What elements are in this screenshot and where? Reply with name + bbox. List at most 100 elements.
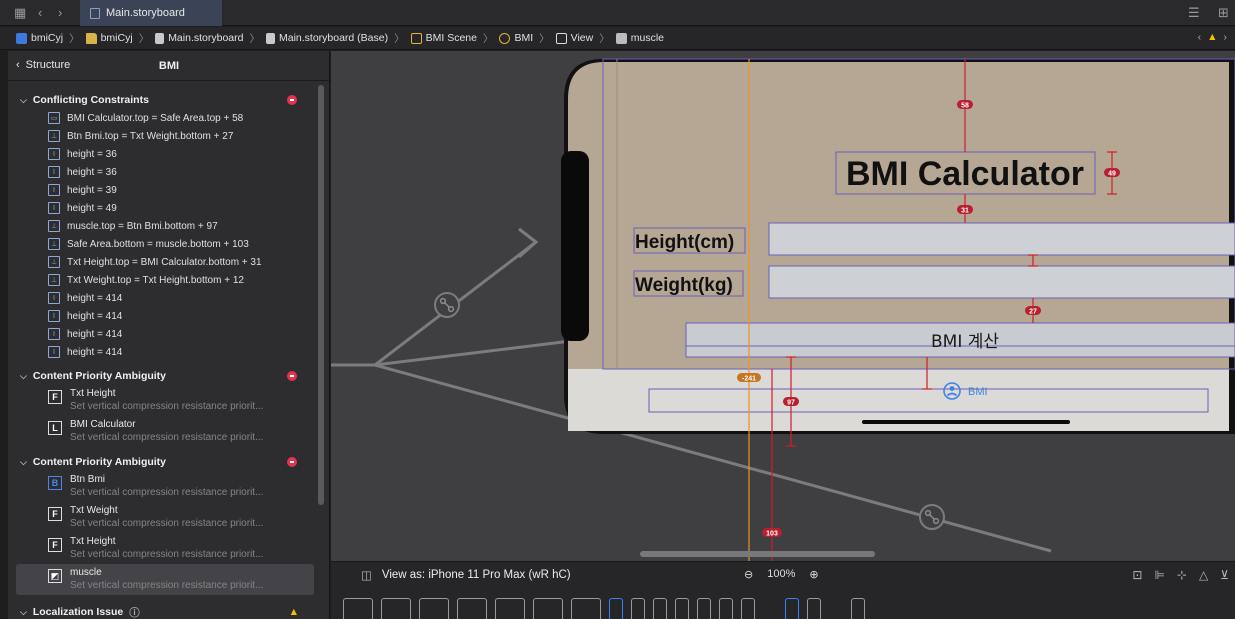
priority-item[interactable]: F Txt Height Set vertical compression resi… bbox=[8, 533, 329, 564]
storyboard-canvas[interactable]: BMI Calculator Height(cm) Weight(kg) BMI… bbox=[331, 51, 1235, 561]
device-watch-icon[interactable] bbox=[851, 598, 865, 619]
priority-item[interactable]: F Txt Height Set vertical compression resi… bbox=[8, 385, 329, 416]
weight-field[interactable] bbox=[768, 265, 1235, 299]
constraint-row[interactable]: Iheight = 414 bbox=[8, 325, 329, 343]
device-ipad-icon[interactable] bbox=[343, 598, 373, 619]
badge[interactable]: 97 bbox=[787, 400, 795, 407]
device-ipad-icon[interactable] bbox=[457, 598, 487, 619]
device-iphone-icon[interactable] bbox=[653, 598, 667, 619]
align-icon[interactable]: ⊫ bbox=[1154, 568, 1164, 582]
device-ipad-icon[interactable] bbox=[571, 598, 601, 619]
badge[interactable]: 27 bbox=[1029, 309, 1037, 316]
badge[interactable]: 49 bbox=[1108, 171, 1116, 178]
zoom-in-icon[interactable]: ⊕ bbox=[809, 568, 818, 581]
folder-icon bbox=[85, 32, 97, 44]
device-iphone-icon[interactable] bbox=[719, 598, 733, 619]
constraint-row[interactable]: ⊥ Btn Bmi.top = Txt Weight.bottom + 27 bbox=[8, 127, 329, 145]
crumb-muscle[interactable]: muscle bbox=[615, 32, 664, 44]
crumb-label: Main.storyboard (Base) bbox=[278, 32, 389, 44]
priority-item[interactable]: L BMI Calculator Set vertical compression … bbox=[8, 416, 329, 447]
crumb-storyboard[interactable]: Main.storyboard bbox=[155, 32, 243, 44]
constraint-row[interactable]: Iheight = 39 bbox=[8, 181, 329, 199]
segue-icon[interactable] bbox=[434, 292, 460, 318]
device-ipad-icon[interactable] bbox=[533, 598, 563, 619]
tab-item-label[interactable]: BMI bbox=[968, 386, 988, 398]
orientation-portrait-icon[interactable] bbox=[785, 598, 799, 619]
badge[interactable]: 58 bbox=[961, 103, 969, 110]
group-conflicting-constraints[interactable]: ⌵ Conflicting Constraints bbox=[8, 91, 329, 109]
panel-scrollbar[interactable] bbox=[318, 85, 324, 505]
priority-item[interactable]: ◩ muscle Set vertical compression resistan… bbox=[16, 564, 314, 595]
add-editor-icon[interactable]: ⊞ bbox=[1218, 5, 1229, 21]
device-iphone-icon[interactable] bbox=[697, 598, 711, 619]
constraint-row[interactable]: Iheight = 36 bbox=[8, 145, 329, 163]
badge[interactable]: 103 bbox=[766, 531, 778, 538]
item-name: Txt Height bbox=[70, 388, 116, 399]
constraint-row[interactable]: ⊥ Txt Weight.top = Txt Height.bottom + 12 bbox=[8, 271, 329, 289]
group-localization-issue[interactable]: ⌵ Localization Issue ⓘ ▲ bbox=[8, 603, 329, 619]
item-description: Set vertical compression resistance prio… bbox=[70, 432, 264, 443]
constraint-row[interactable]: Iheight = 36 bbox=[8, 163, 329, 181]
crumb-storyboard-base[interactable]: Main.storyboard (Base) bbox=[265, 32, 389, 44]
embed-icon[interactable]: ⊻ bbox=[1220, 568, 1229, 582]
device-ipad-icon[interactable] bbox=[419, 598, 449, 619]
crumb-scene[interactable]: BMI Scene bbox=[410, 32, 477, 44]
device-iphone-icon[interactable] bbox=[741, 598, 755, 619]
resolve-issues-icon[interactable]: △ bbox=[1199, 568, 1208, 582]
constraint-row[interactable]: Iheight = 414 bbox=[8, 307, 329, 325]
badge[interactable]: 31 bbox=[961, 208, 969, 215]
chevron-left-icon[interactable]: ‹ bbox=[38, 5, 42, 20]
item-name: Txt Weight bbox=[70, 505, 118, 516]
device-ipad-icon[interactable] bbox=[495, 598, 525, 619]
view-as-label[interactable]: View as: iPhone 11 Pro Max (wR hC) bbox=[382, 569, 571, 581]
editor-options-icon[interactable]: ☰ bbox=[1188, 5, 1200, 21]
canvas-hscrollbar[interactable] bbox=[640, 551, 875, 557]
grid-icon[interactable]: ▦ bbox=[14, 5, 26, 21]
warning-icon[interactable]: ▲ bbox=[1207, 31, 1217, 43]
priority-item[interactable]: F Txt Weight Set vertical compression resi… bbox=[8, 502, 329, 533]
warning-icon: ▲ bbox=[288, 606, 299, 618]
canvas-bottom-bar: ◫ View as: iPhone 11 Pro Max (wR hC) ⊖ 1… bbox=[331, 561, 1235, 619]
constraint-row[interactable]: ▭ BMI Calculator.top = Safe Area.top + 58 bbox=[8, 109, 329, 127]
chevron-right-icon[interactable]: › bbox=[1224, 31, 1228, 43]
crumb-folder[interactable]: bmiCyj bbox=[85, 32, 133, 44]
constraint-icon: I bbox=[48, 202, 60, 214]
constraint-label: BMI Calculator.top = Safe Area.top + 58 bbox=[67, 112, 244, 124]
chevron-right-icon[interactable]: › bbox=[58, 5, 62, 20]
group-content-priority-2[interactable]: ⌵ Content Priority Ambiguity bbox=[8, 453, 329, 471]
constraint-row[interactable]: ⊥ Txt Height.top = BMI Calculator.bottom … bbox=[8, 253, 329, 271]
weight-label: Weight(kg) bbox=[635, 275, 733, 296]
constraint-label: height = 39 bbox=[67, 184, 117, 196]
canvas-drawing: BMI Calculator Height(cm) Weight(kg) BMI… bbox=[331, 58, 1235, 561]
bmi-button-label: BMI 계산 bbox=[931, 332, 999, 352]
constraint-label: height = 414 bbox=[67, 346, 123, 358]
orientation-landscape-icon[interactable] bbox=[807, 598, 821, 619]
device-iphone-icon[interactable] bbox=[609, 598, 623, 619]
item-description: Set vertical compression resistance prio… bbox=[70, 518, 264, 529]
zoom-out-icon[interactable]: ⊖ bbox=[744, 568, 753, 581]
constraint-row[interactable]: ⊥ muscle.top = Btn Bmi.bottom + 97 bbox=[8, 217, 329, 235]
tab-main-storyboard[interactable]: Main.storyboard bbox=[80, 0, 222, 26]
constraint-row[interactable]: Iheight = 414 bbox=[8, 343, 329, 361]
crumb-project[interactable]: bmiCyj bbox=[16, 32, 63, 44]
crumb-view[interactable]: View bbox=[555, 32, 593, 44]
constraint-icon: ▭ bbox=[48, 112, 60, 124]
update-frames-icon[interactable]: ⊡ bbox=[1132, 568, 1142, 582]
group-content-priority-1[interactable]: ⌵ Content Priority Ambiguity bbox=[8, 367, 329, 385]
device-iphone-icon[interactable] bbox=[675, 598, 689, 619]
device-iphone-icon[interactable] bbox=[631, 598, 645, 619]
segue-icon[interactable] bbox=[919, 504, 945, 530]
device-ipad-icon[interactable] bbox=[381, 598, 411, 619]
height-field[interactable] bbox=[768, 222, 1235, 256]
constraint-row[interactable]: Iheight = 49 bbox=[8, 199, 329, 217]
constraint-row[interactable]: Iheight = 414 bbox=[8, 289, 329, 307]
add-constraints-icon[interactable]: ⊹ bbox=[1177, 568, 1187, 582]
constraint-label: height = 49 bbox=[67, 202, 117, 214]
priority-item[interactable]: B Btn Bmi Set vertical compression resista… bbox=[8, 471, 329, 502]
chevron-left-icon[interactable]: ‹ bbox=[1198, 31, 1202, 43]
badge[interactable]: -241 bbox=[742, 376, 756, 383]
sidebar-toggle-icon[interactable]: ◫ bbox=[361, 568, 372, 582]
crumb-view-controller[interactable]: BMI bbox=[499, 32, 533, 44]
image-view-icon bbox=[615, 32, 627, 44]
constraint-row[interactable]: ⊥ Safe Area.bottom = muscle.bottom + 103 bbox=[8, 235, 329, 253]
